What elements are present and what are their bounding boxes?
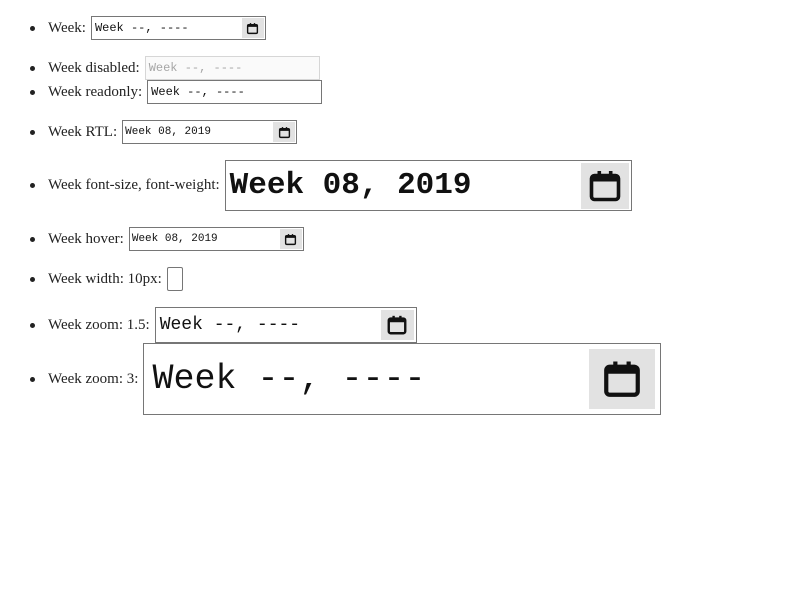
week-readonly-label: Week readonly: — [48, 83, 143, 100]
week-label: Week: — [48, 19, 86, 36]
calendar-picker-button[interactable] — [580, 162, 629, 209]
week-width-label: Week width: 10px: — [48, 270, 162, 287]
week-input-list: Week: Week --, ---- Week disabled: Week … — [0, 0, 800, 600]
week-zoom-3-label: Week zoom: 3: — [48, 370, 139, 387]
list-item-week: Week: Week --, ---- — [30, 16, 266, 40]
week-disabled-label: Week disabled: — [48, 59, 140, 76]
week-zoom-1-5-input[interactable]: Week --, ---- — [154, 307, 417, 343]
week-rtl-input-value: Week 08, 2019 — [125, 126, 211, 138]
week-font-input[interactable]: Week 08, 2019 — [224, 160, 632, 211]
calendar-picker-button[interactable] — [241, 18, 264, 38]
week-hover-input[interactable]: Week 08, 2019 — [128, 227, 304, 251]
week-zoom-1-5-label: Week zoom: 1.5: — [48, 316, 150, 333]
calendar-picker-button[interactable] — [380, 310, 414, 340]
bullet — [30, 89, 35, 95]
calendar-icon — [285, 233, 297, 245]
calendar-icon — [604, 361, 641, 397]
week-input-value: Week --, ---- — [94, 21, 189, 35]
week-disabled-input-value: Week --, ---- — [148, 61, 243, 75]
bullet — [30, 322, 35, 328]
week-readonly-input[interactable]: Week --, ---- — [147, 80, 323, 104]
list-item-week-font: Week font-size, font-weight: Week 08, 20… — [30, 160, 632, 211]
calendar-icon — [589, 170, 620, 201]
week-zoom-1-5-input-value: Week --, ---- — [159, 315, 301, 335]
bullet — [30, 183, 35, 188]
week-width-input[interactable] — [166, 267, 183, 291]
bullet — [30, 25, 35, 31]
week-input[interactable]: Week --, ---- — [90, 16, 266, 40]
week-rtl-input[interactable]: Week 08, 2019 — [122, 120, 298, 144]
bullet — [30, 129, 35, 135]
bullet — [30, 376, 35, 382]
week-readonly-input-value: Week --, ---- — [151, 85, 245, 99]
calendar-picker-button[interactable] — [279, 229, 302, 249]
week-zoom-3-input-value: Week --, ---- — [152, 359, 426, 399]
list-item-week-rtl: Week RTL: Week 08, 2019 — [30, 120, 298, 144]
calendar-picker-button[interactable] — [589, 349, 656, 409]
calendar-icon — [387, 315, 407, 335]
week-hover-label: Week hover: — [48, 230, 124, 247]
calendar-icon — [247, 22, 259, 34]
calendar-icon — [278, 126, 290, 138]
list-item-week-width: Week width: 10px: — [30, 267, 183, 291]
list-item-week-readonly: Week readonly: Week --, ---- — [30, 80, 323, 104]
week-hover-input-value: Week 08, 2019 — [131, 233, 218, 245]
list-item-week-hover: Week hover: Week 08, 2019 — [30, 227, 304, 251]
week-disabled-input: Week --, ---- — [144, 56, 320, 80]
calendar-picker-button[interactable] — [273, 122, 296, 142]
list-item-week-disabled: Week disabled: Week --, ---- — [30, 56, 320, 80]
bullet — [30, 65, 35, 71]
list-item-week-zoom-1-5: Week zoom: 1.5: Week --, ---- — [30, 307, 417, 343]
week-font-input-value: Week 08, 2019 — [229, 168, 472, 203]
bullet — [30, 276, 35, 282]
week-font-label: Week font-size, font-weight: — [48, 177, 220, 193]
week-rtl-label: Week RTL: — [48, 123, 118, 140]
bullet — [30, 236, 35, 242]
week-zoom-3-input[interactable]: Week --, ---- — [143, 343, 662, 415]
list-item-week-zoom-3: Week zoom: 3: Week --, ---- — [30, 343, 662, 415]
